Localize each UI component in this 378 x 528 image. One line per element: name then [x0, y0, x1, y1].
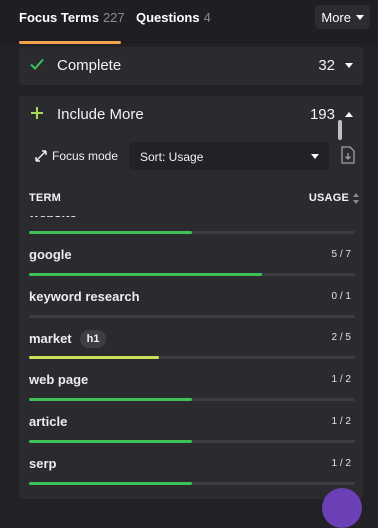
- term-name: website: [29, 216, 77, 220]
- focus-mode-label: Focus mode: [52, 149, 119, 163]
- term-name: keyword research: [29, 289, 140, 304]
- focus-mode-button[interactable]: Focus mode: [29, 142, 124, 170]
- usage-progress-fill: [29, 398, 192, 401]
- term-row[interactable]: keyword research 0 / 1: [29, 278, 355, 320]
- tab-questions[interactable]: Questions 4: [136, 10, 211, 25]
- term-column-header: TERM: [29, 192, 61, 204]
- include-more-count: 193: [309, 106, 335, 123]
- usage-header-label: USAGE: [308, 192, 349, 204]
- usage-progress-bar: [29, 231, 355, 234]
- complete-title: Complete: [57, 57, 122, 74]
- sort-label: Sort: Usage: [140, 150, 204, 164]
- term-name: google: [29, 247, 72, 262]
- term-label: market: [29, 331, 72, 346]
- heading-badge: h1: [79, 330, 107, 348]
- usage-progress-fill: [29, 482, 192, 485]
- usage-progress-fill: [29, 231, 192, 234]
- term-usage: 1 / 2: [331, 374, 351, 385]
- term-usage: 1 / 2: [331, 416, 351, 427]
- term-usage: 0 / 1: [331, 291, 351, 302]
- more-button[interactable]: More: [315, 5, 370, 29]
- term-row[interactable]: website: [29, 216, 355, 236]
- term-row[interactable]: google 5 / 7: [29, 236, 355, 278]
- usage-progress-bar: [29, 315, 355, 318]
- term-name: article: [29, 414, 68, 429]
- complete-section: Complete 32: [19, 47, 363, 85]
- more-label: More: [321, 9, 351, 25]
- tab-label: Focus Terms: [19, 10, 99, 25]
- term-name: web page: [29, 372, 89, 387]
- expand-icon: [35, 150, 47, 162]
- chevron-down-icon[interactable]: [345, 63, 353, 68]
- usage-column-header[interactable]: USAGE: [309, 192, 349, 204]
- column-headers: TERM USAGE: [29, 192, 359, 206]
- usage-progress-bar: [29, 482, 355, 485]
- term-usage: 2 / 5: [331, 332, 351, 343]
- tab-bar: Focus Terms 227 Questions 4 More: [0, 0, 378, 44]
- complete-count: 32: [318, 57, 335, 74]
- term-row[interactable]: market h1 2 / 5: [29, 319, 355, 361]
- list-scrollbar[interactable]: [338, 120, 342, 140]
- usage-progress-fill: [29, 273, 262, 276]
- tab-count: 227: [102, 10, 125, 25]
- sort-arrows-icon[interactable]: [353, 193, 359, 204]
- usage-progress-fill: [29, 440, 192, 443]
- usage-progress-bar: [29, 356, 355, 359]
- chevron-down-icon: [356, 14, 364, 20]
- download-icon[interactable]: [341, 146, 355, 164]
- tab-count: 4: [203, 10, 211, 25]
- term-row[interactable]: serp 1 / 2: [29, 445, 355, 487]
- chat-avatar[interactable]: [322, 488, 362, 528]
- term-name: serp: [29, 456, 57, 471]
- active-tab-indicator: [19, 41, 121, 44]
- usage-progress-bar: [29, 440, 355, 443]
- chevron-down-icon: [311, 154, 319, 159]
- usage-progress-bar: [29, 398, 355, 401]
- term-usage: 1 / 2: [331, 458, 351, 469]
- term-row[interactable]: article 1 / 2: [29, 403, 355, 445]
- term-list: website google 5 / 7 keyword research 0 …: [19, 216, 363, 499]
- tab-focus-terms[interactable]: Focus Terms 227: [19, 10, 125, 25]
- chevron-up-icon[interactable]: [345, 112, 353, 117]
- usage-progress-fill: [29, 356, 160, 359]
- term-usage: 5 / 7: [331, 249, 351, 260]
- complete-section-header[interactable]: Complete 32: [19, 47, 363, 85]
- plus-icon: [31, 107, 43, 119]
- check-icon: [30, 58, 44, 70]
- include-more-section: Include More 193 Focus mode Sort: Usage …: [19, 96, 363, 499]
- tab-label: Questions: [136, 10, 200, 25]
- term-controls: Focus mode Sort: Usage: [29, 140, 359, 172]
- term-row[interactable]: web page 1 / 2: [29, 361, 355, 403]
- include-more-header[interactable]: Include More 193: [19, 96, 363, 134]
- usage-progress-bar: [29, 273, 355, 276]
- sort-dropdown[interactable]: Sort: Usage: [129, 142, 329, 170]
- term-name: market h1: [29, 330, 107, 348]
- include-more-title: Include More: [57, 106, 144, 123]
